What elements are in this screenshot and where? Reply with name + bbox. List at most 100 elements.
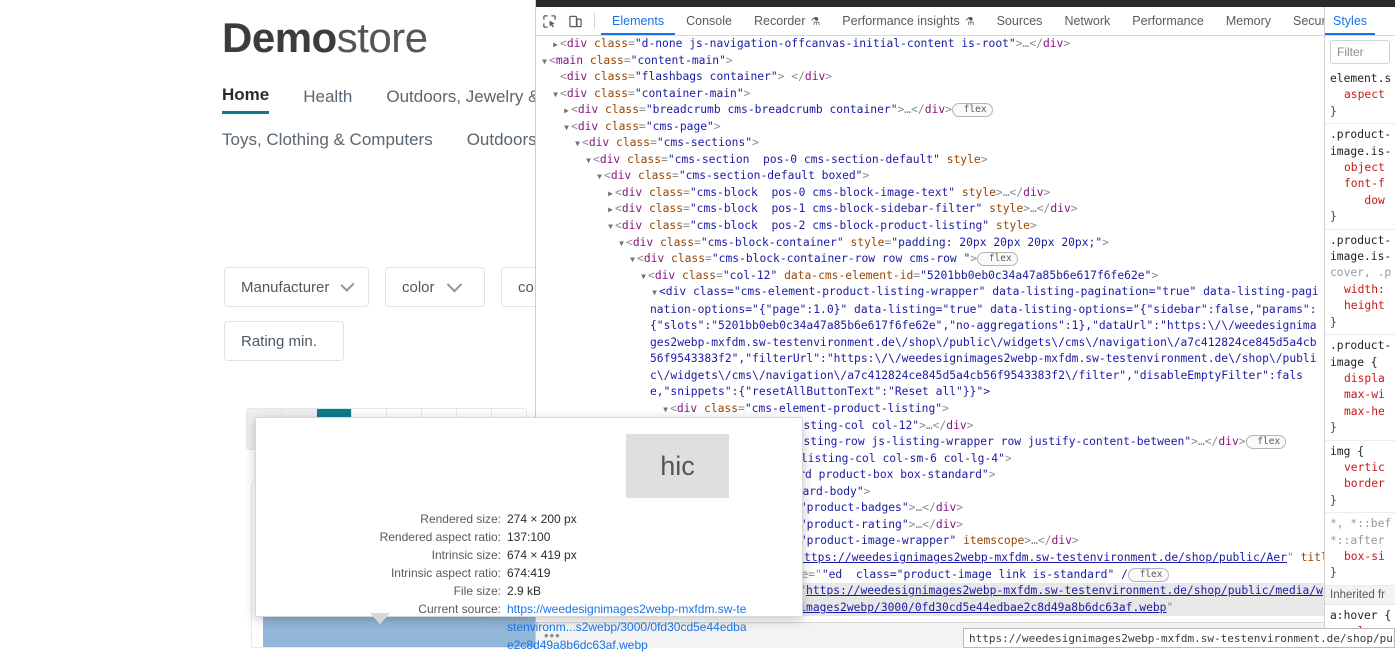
styles-declaration[interactable]: aspect [1330,87,1395,103]
styles-filter-input[interactable]: Filter [1330,40,1390,64]
tab-elements[interactable]: Elements [601,8,675,35]
tab-styles[interactable]: Styles [1325,8,1375,35]
tab-performance-insights[interactable]: Performance insights ⚗ [831,8,985,35]
expand-triangle-closed-icon[interactable]: ▶ [562,103,571,120]
dom-tree-row[interactable]: ▶ <div class="cms-block pos-0 cms-block-i… [536,185,1326,202]
styles-rule-close: } [1330,566,1337,580]
styles-declaration[interactable]: dow [1330,193,1395,209]
styles-rule[interactable]: .product-image {displa max-wi max-he} [1325,335,1395,441]
element-info-value[interactable]: https://weedesignimages2webp-mxfdm.sw-te… [507,600,752,654]
site-logo[interactable]: Demostore [222,14,428,62]
dom-token: = [683,219,690,233]
styles-declaration[interactable]: border [1330,476,1395,492]
styles-rule-close: } [1330,315,1337,329]
element-info-key: File size: [453,584,501,598]
styles-rule[interactable]: img {vertic border} [1325,441,1395,514]
styles-rule[interactable]: *, *::bef *::after box-si} [1325,513,1395,586]
device-toolbar-icon[interactable] [562,8,588,34]
dom-token: < [670,402,677,416]
expand-triangle-open-icon[interactable]: ▼ [562,120,571,137]
dom-tree-row[interactable]: ▼ <div class="cms-page"> [536,119,1326,136]
flex-badge[interactable]: flex [951,103,993,118]
styles-declaration[interactable]: box-si [1330,549,1395,565]
dom-tree-row[interactable]: ▼ <div class="cms-element-product-listing… [536,401,1326,418]
tab-label: Performance insights [842,14,960,28]
expand-triangle-open-icon[interactable]: ▼ [540,54,549,71]
tab-sources[interactable]: Sources [986,8,1054,35]
flex-badge[interactable]: flex [977,252,1018,267]
dom-token: div [654,268,676,282]
expand-triangle-open-icon[interactable]: ▼ [606,219,615,236]
expand-triangle-open-icon[interactable]: ▼ [573,136,582,153]
dom-token: = [694,235,701,249]
dom-tree-row[interactable]: <div class="flashbags container"> </div> [536,69,1326,86]
tab-console[interactable]: Console [675,8,743,35]
styles-declaration[interactable]: font-f [1330,176,1395,192]
dom-token: >…</ [1023,202,1051,216]
dom-tree-row-wrapped[interactable]: ▼ <div class="cms-element-product-listing… [536,284,1326,401]
dom-token: > [1071,534,1079,548]
styles-declaration[interactable]: max-he [1330,404,1395,420]
filter-manufacturer[interactable]: Manufacturer [224,267,369,307]
styles-declaration[interactable]: displa [1330,371,1395,387]
flex-badge[interactable]: flex [1127,567,1169,582]
expand-triangle-open-icon[interactable]: ▼ [584,153,593,170]
dom-tree-row[interactable]: ▼ <div class="container-main"> [536,86,1326,103]
dom-tree-row[interactable]: ▶ <div class="breadcrumb cms-breadcrumb c… [536,102,1326,119]
styles-rule[interactable]: .product-image.is-cover, .p width: height} [1325,230,1395,336]
dom-token: > [862,169,870,183]
dom-tree-row[interactable]: ▼ <div class="col-12" data-cms-element-id… [536,268,1326,285]
flex-badge[interactable]: flex [1245,435,1287,450]
styles-declaration[interactable]: height [1330,298,1395,314]
dom-tree-row[interactable]: ▼ <div class="cms-block-container" style=… [536,235,1326,252]
styles-declaration[interactable]: vertic [1330,460,1395,476]
chevron-down-icon [446,276,462,292]
nav-item-home[interactable]: Home [222,85,270,114]
dom-token: = [716,268,723,282]
inspect-element-icon[interactable] [536,8,562,34]
expand-triangle-closed-icon[interactable]: ▶ [606,202,615,219]
dom-tree-row[interactable]: ▼ <div class="cms-sections"> [536,135,1326,152]
expand-triangle-open-icon[interactable]: ▼ [551,87,560,104]
tab-performance[interactable]: Performance [1121,8,1215,35]
styles-declaration[interactable]: object [1330,160,1395,176]
dom-token: > [1070,202,1078,216]
dom-token: < [560,70,567,84]
dom-tree-row[interactable]: ▼ <div class="cms-block pos-2 cms-block-p… [536,218,1326,235]
dom-tree-row[interactable]: ▼ <div class="cms-section-default boxed"> [536,168,1326,185]
element-info-row: Rendered size: 274 × 200 px [256,510,802,528]
dom-tree-row[interactable]: ▶ <div class="d-none js-navigation-offcan… [536,36,1326,53]
dom-tree-row[interactable]: ▼ <div class="cms-section pos-0 cms-secti… [536,152,1326,169]
expand-triangle-closed-icon[interactable]: ▶ [551,37,560,54]
tab-recorder[interactable]: Recorder ⚗ [743,8,831,35]
expand-triangle-open-icon[interactable]: ▼ [628,252,637,269]
styles-rule[interactable]: element.s aspect} [1325,68,1395,125]
nav-item-health[interactable]: Health [303,87,352,113]
nav-item-outdoors[interactable]: Outdoors [467,130,537,156]
expand-triangle-closed-icon[interactable]: ▶ [606,186,615,203]
filter-color[interactable]: color [385,267,485,307]
dom-tree-row[interactable]: ▼ <div class="cms-block-container-row row… [536,251,1326,268]
tab-network[interactable]: Network [1053,8,1121,35]
styles-declaration[interactable]: width: [1330,282,1395,298]
nav-item-outdoors-jewelry[interactable]: Outdoors, Jewelry & [386,87,539,113]
dom-token: "product-badges" [799,501,909,515]
dom-tree-row[interactable]: ▼ <main class="content-main"> [536,53,1326,70]
dom-token: > [725,53,733,67]
tab-memory[interactable]: Memory [1215,8,1282,35]
filter-rating-min[interactable]: Rating min. [224,321,344,361]
dom-tree-row[interactable]: ▶ <div class="cms-block pos-1 cms-block-s… [536,201,1326,218]
styles-rule[interactable]: .product-image.is-object font-f dow} [1325,124,1395,230]
expand-triangle-open-icon[interactable]: ▼ [595,169,604,186]
dom-token: "container-main" [634,86,744,100]
nav-item-toys-clothing-computers[interactable]: Toys, Clothing & Computers [222,130,433,156]
expand-triangle-open-icon[interactable]: ▼ [639,269,648,286]
chevron-down-icon [340,277,355,292]
dom-token: "cms-block pos-0 cms-block-image-text" [689,185,956,199]
styles-selector: cover, .p [1330,266,1392,280]
dom-token: < [560,86,567,100]
styles-declaration[interactable]: max-wi [1330,387,1395,403]
expand-triangle-open-icon[interactable]: ▼ [617,236,626,253]
dom-token: "cms-block pos-2 cms-block-product-listi… [689,219,990,233]
expand-triangle-open-icon[interactable]: ▼ [650,285,659,302]
